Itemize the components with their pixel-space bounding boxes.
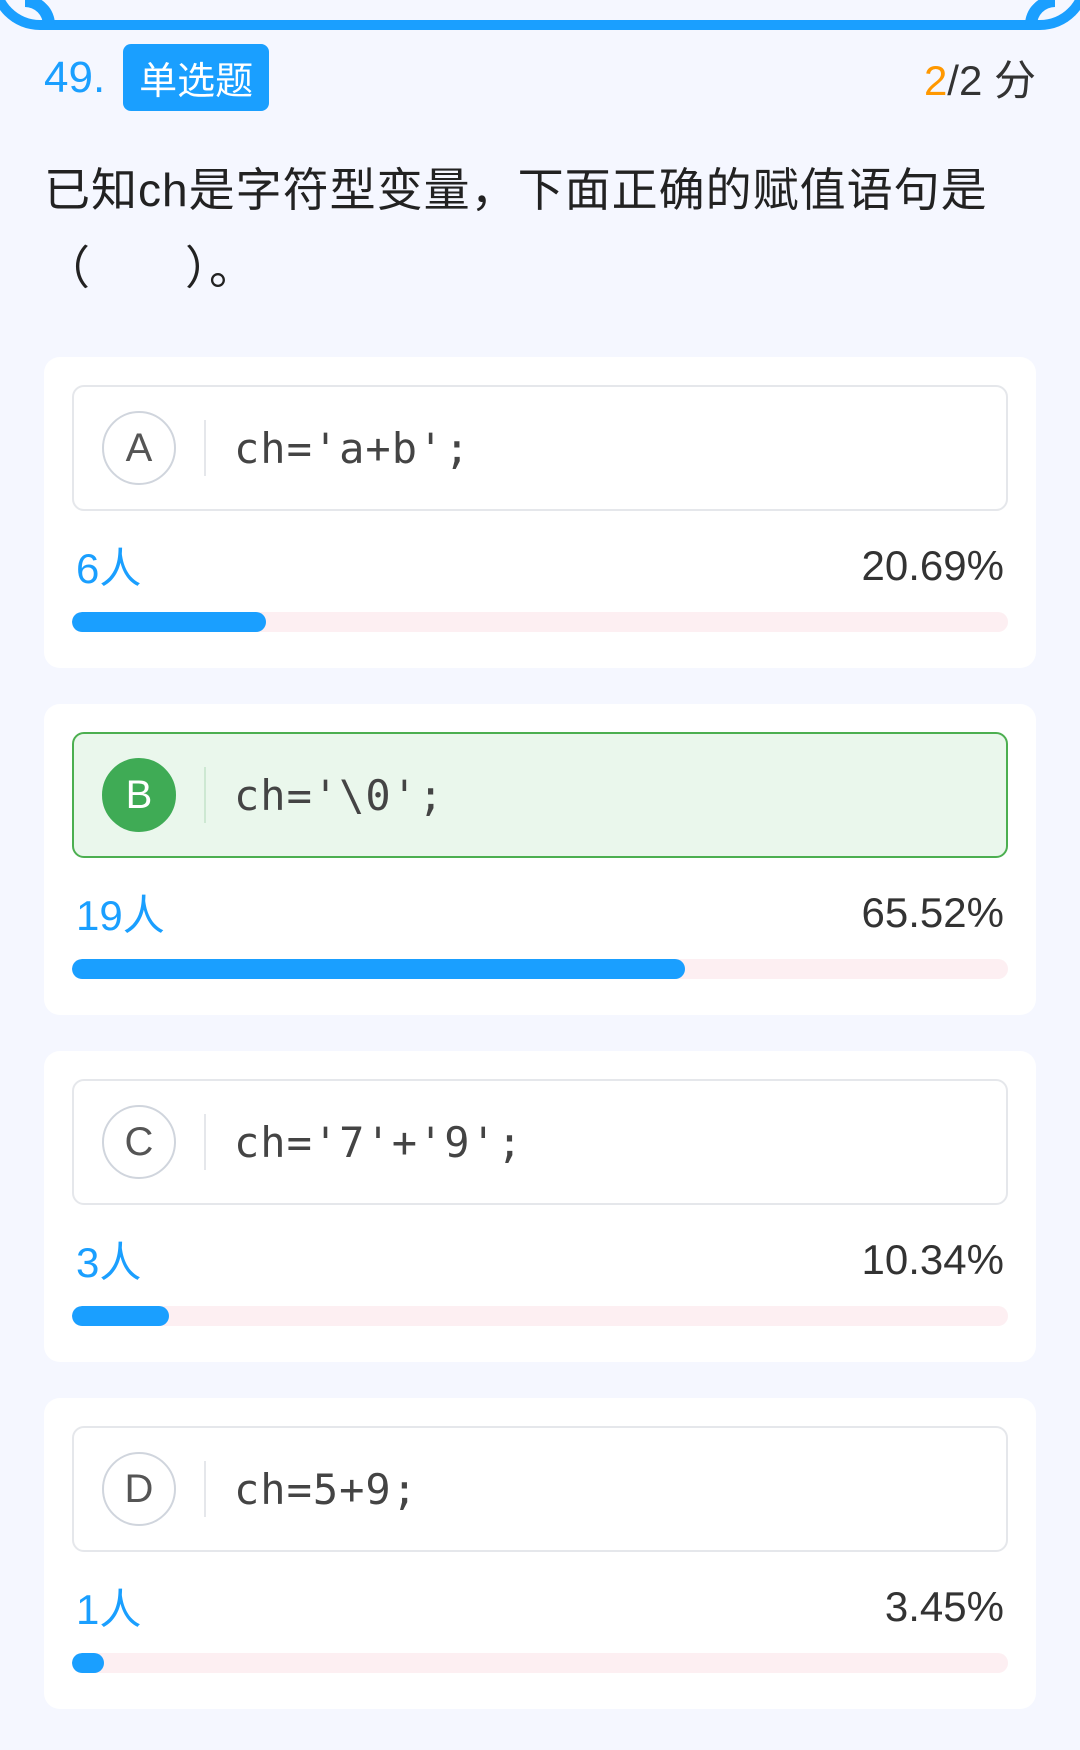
option-letter: B [102, 758, 176, 832]
options-list: Ach='a+b'; 6人 20.69% Bch='\0'; 19人 65.52% Cch=… [44, 357, 1036, 1709]
option-letter: D [102, 1452, 176, 1526]
percent-value: 3.45% [885, 1583, 1004, 1631]
stats-row: 19人 65.52% [72, 882, 1008, 943]
option-text: ch='a+b'; [234, 424, 471, 473]
progress-bar [72, 612, 1008, 632]
people-count: 6人 [76, 535, 141, 596]
option-text: ch='\0'; [234, 771, 444, 820]
divider [204, 1114, 206, 1170]
divider [204, 767, 206, 823]
question-type-tag: 单选题 [123, 44, 269, 111]
divider [204, 1461, 206, 1517]
score-display: 2/2 分 [924, 47, 1036, 108]
score-total: /2 分 [947, 57, 1036, 104]
option-c[interactable]: Cch='7'+'9'; [72, 1079, 1008, 1205]
divider [204, 420, 206, 476]
option-letter: A [102, 411, 176, 485]
option-d[interactable]: Dch=5+9; [72, 1426, 1008, 1552]
question-container: 49. 单选题 2/2 分 已知ch是字符型变量，下面正确的赋值语句是（ ）。 … [0, 0, 1080, 1709]
progress-fill [72, 959, 685, 979]
stats-row: 1人 3.45% [72, 1576, 1008, 1637]
percent-value: 65.52% [862, 889, 1004, 937]
progress-bar [72, 959, 1008, 979]
progress-bar [72, 1306, 1008, 1326]
option-card: Ach='a+b'; 6人 20.69% [44, 357, 1036, 668]
header-left: 49. 单选题 [44, 44, 269, 111]
progress-fill [72, 612, 266, 632]
option-card: Dch=5+9; 1人 3.45% [44, 1398, 1036, 1709]
progress-fill [72, 1653, 104, 1673]
percent-value: 20.69% [862, 542, 1004, 590]
option-b[interactable]: Bch='\0'; [72, 732, 1008, 858]
question-header: 49. 单选题 2/2 分 [44, 44, 1036, 111]
stats-row: 3人 10.34% [72, 1229, 1008, 1290]
option-text: ch='7'+'9'; [234, 1118, 523, 1167]
stats-row: 6人 20.69% [72, 535, 1008, 596]
option-a[interactable]: Ach='a+b'; [72, 385, 1008, 511]
people-count: 1人 [76, 1576, 141, 1637]
option-letter: C [102, 1105, 176, 1179]
percent-value: 10.34% [862, 1236, 1004, 1284]
people-count: 3人 [76, 1229, 141, 1290]
option-text: ch=5+9; [234, 1465, 418, 1514]
option-card: Bch='\0'; 19人 65.52% [44, 704, 1036, 1015]
progress-bar [72, 1653, 1008, 1673]
top-decorative-curve [0, 0, 1080, 30]
option-card: Cch='7'+'9'; 3人 10.34% [44, 1051, 1036, 1362]
people-count: 19人 [76, 882, 165, 943]
progress-fill [72, 1306, 169, 1326]
score-earned: 2 [924, 57, 947, 104]
question-number: 49. [44, 53, 105, 103]
question-text: 已知ch是字符型变量，下面正确的赋值语句是（ ）。 [44, 151, 1036, 307]
